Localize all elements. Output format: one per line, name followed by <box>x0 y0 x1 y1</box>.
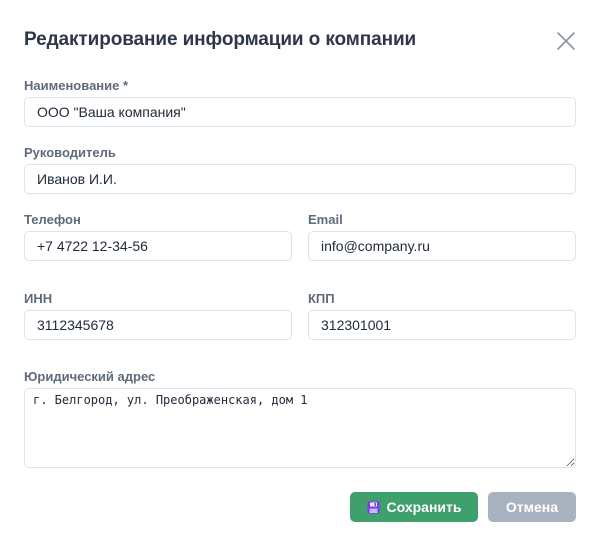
inn-field[interactable] <box>24 310 292 340</box>
director-label: Руководитель <box>24 145 116 160</box>
inn-label: ИНН <box>24 291 53 306</box>
dialog-title: Редактирование информации о компании <box>24 29 417 50</box>
floppy-disk-icon <box>367 501 380 514</box>
close-icon <box>554 29 578 53</box>
address-label: Юридический адрес <box>24 369 156 384</box>
cancel-button[interactable]: Отмена <box>488 492 576 522</box>
edit-company-dialog: Редактирование информации о компании Наи… <box>0 0 600 546</box>
save-button-label: Сохранить <box>386 499 462 515</box>
close-button[interactable] <box>554 29 578 53</box>
email-field[interactable] <box>308 231 576 261</box>
kpp-field[interactable] <box>308 310 576 340</box>
email-label: Email <box>308 212 343 227</box>
name-label: Наименование * <box>24 78 129 93</box>
address-textarea[interactable]: г. Белгород, ул. Преображенская, дом 1 <box>24 388 576 468</box>
name-field[interactable] <box>24 97 576 127</box>
phone-field[interactable] <box>24 231 292 261</box>
save-button[interactable]: Сохранить <box>350 492 478 522</box>
director-field[interactable] <box>24 164 576 194</box>
cancel-button-label: Отмена <box>505 499 559 515</box>
kpp-label: КПП <box>308 291 335 306</box>
phone-label: Телефон <box>24 212 81 227</box>
